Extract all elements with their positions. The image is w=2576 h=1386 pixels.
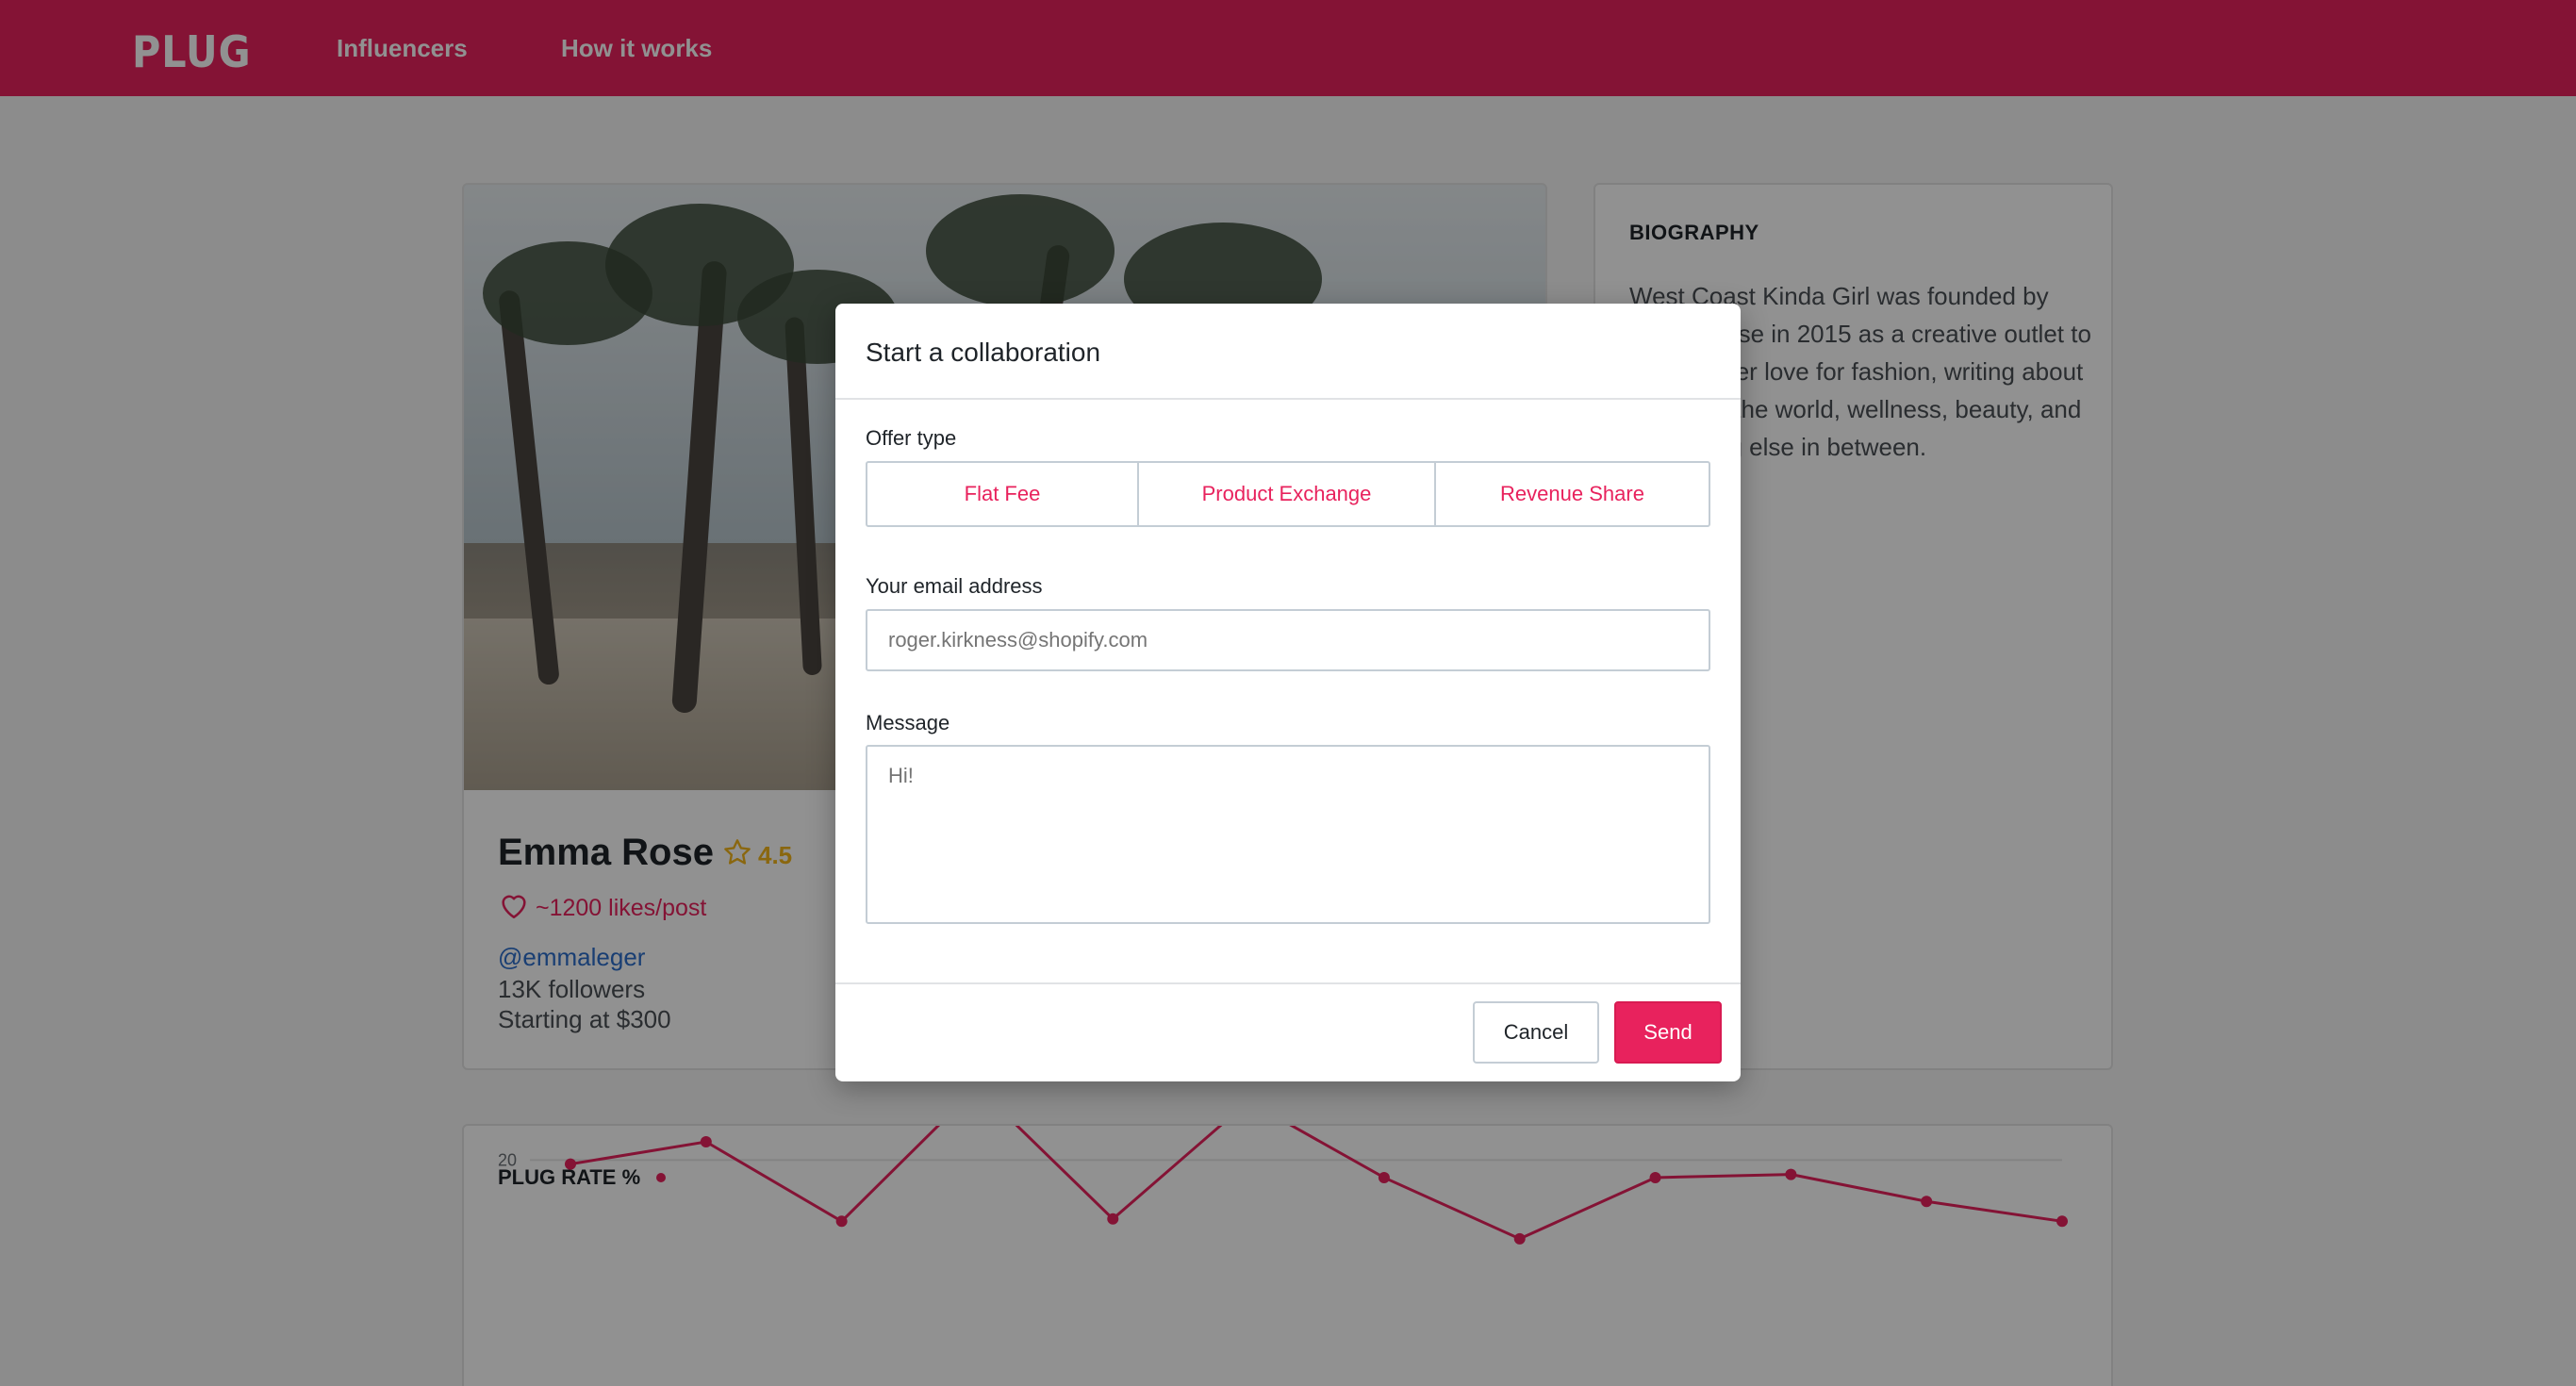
message-field[interactable] [866,745,1710,924]
email-field[interactable] [866,609,1710,671]
offer-type-selector: Flat Fee Product Exchange Revenue Share [866,461,1710,527]
modal-header-divider [835,398,1741,400]
modal-title: Start a collaboration [866,338,1101,367]
collaboration-modal: Start a collaboration Offer type Flat Fe… [835,304,1741,1081]
offer-revenue-share-button[interactable]: Revenue Share [1434,461,1710,527]
modal-footer-divider [835,982,1741,984]
offer-type-label: Offer type [866,426,957,450]
cancel-button[interactable]: Cancel [1473,1001,1599,1064]
message-label: Message [866,711,950,734]
email-label: Your email address [866,574,1043,598]
offer-flat-fee-button[interactable]: Flat Fee [866,461,1139,527]
offer-product-exchange-button[interactable]: Product Exchange [1137,461,1436,527]
send-button[interactable]: Send [1614,1001,1722,1064]
